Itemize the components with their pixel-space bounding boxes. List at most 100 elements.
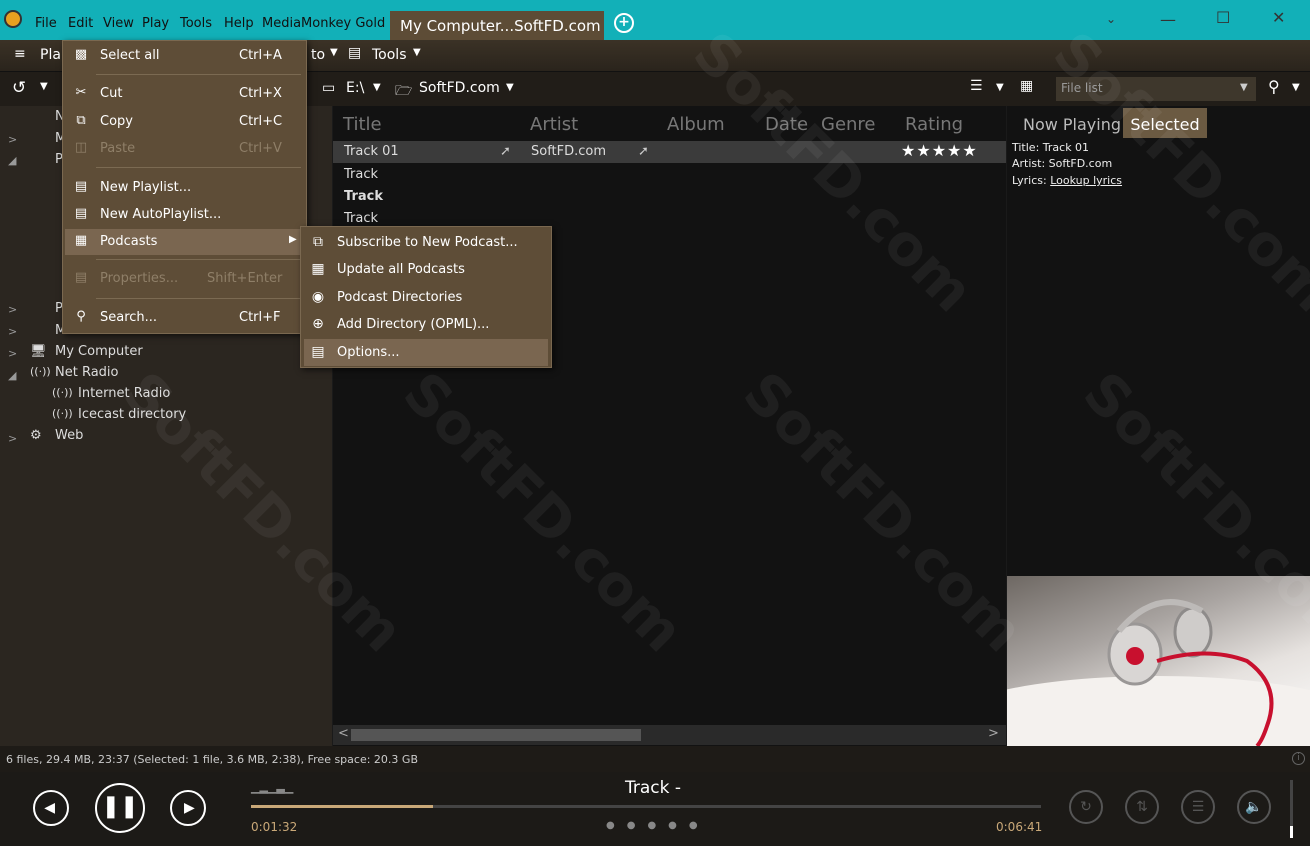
column-rating[interactable]: Rating [905,114,963,135]
tree-item-net-radio[interactable]: Net Radio [55,365,118,380]
expand-arrow-icon[interactable]: > [8,347,17,360]
list-view-icon[interactable]: ☰ [970,78,983,94]
tab-selected[interactable]: Selected [1123,108,1207,138]
details-view-icon[interactable]: ▦ [1020,78,1033,94]
chevron-down-icon[interactable]: ▼ [1292,82,1300,93]
tree-item-internet-radio[interactable]: Internet Radio [78,386,170,401]
file-list-search-input[interactable]: File list ▼ [1056,77,1256,101]
info-icon[interactable]: i [1292,752,1305,765]
menu-mediamonkey-gold[interactable]: MediaMonkey Gold [262,16,385,31]
menu-play[interactable]: Play [142,16,169,31]
shuffle-icon[interactable]: ⇅ [1125,790,1159,824]
chevron-down-icon[interactable]: ▼ [506,82,514,93]
folder-icon: 🗁 [395,83,413,99]
table-row[interactable]: Track [333,186,1006,208]
column-genre[interactable]: Genre [821,114,876,135]
menu-file[interactable]: File [35,16,57,31]
table-row[interactable]: Track [333,164,1006,186]
options-icon: ▤ [311,344,325,360]
expand-arrow-icon[interactable]: > [8,325,17,338]
horizontal-scrollbar[interactable]: < > [333,725,1006,745]
previous-track-icon[interactable]: ◀ [33,790,69,826]
tab-my-computer[interactable]: My Computer...SoftFD.com [390,11,604,40]
search-icon[interactable]: ⚲ [1268,77,1280,96]
volume-slider[interactable] [1290,780,1293,838]
menu-tools[interactable]: Tools [180,16,212,31]
menu-edit[interactable]: Edit [68,16,93,31]
column-album[interactable]: Album [667,114,725,135]
maximize-icon[interactable]: ☐ [1216,8,1230,27]
scrollbar-thumb[interactable] [351,729,641,741]
chevron-down-icon[interactable]: ▼ [1240,82,1248,93]
chevron-down-icon[interactable]: ▼ [413,47,421,58]
select-all-icon: ▩ [74,47,88,62]
tree-item-my-computer[interactable]: My Computer [55,344,143,359]
file-list-placeholder: File list [1061,81,1103,95]
menu-item-podcast-directories[interactable]: ◉ Podcast Directories [301,284,551,311]
menu-item-select-all[interactable]: ▩ Select all Ctrl+A [63,43,306,69]
next-track-icon[interactable]: ▶ [170,790,206,826]
tree-item-icecast-directory[interactable]: Icecast directory [78,407,186,422]
playlist-icon[interactable]: ☰ [1181,790,1215,824]
menu-view[interactable]: View [103,16,134,31]
headphones-image [1007,599,1310,746]
collapse-arrow-icon[interactable]: ◢ [8,369,16,382]
back-icon[interactable]: ↺ [12,78,26,98]
rating-stars[interactable]: ★★★★★ [901,141,978,160]
breadcrumb-folder[interactable]: SoftFD.com [419,80,500,96]
play-toolbar-label[interactable]: Pla [40,47,61,63]
table-row[interactable]: Track 01 ➚ SoftFD.com ➚ ★★★★★ [333,141,1006,163]
minimize-icon[interactable]: — [1160,10,1176,29]
album-art [1007,576,1310,746]
page-dots[interactable]: ●●●●● [606,820,710,831]
menu-help[interactable]: Help [224,16,254,31]
seek-bar[interactable] [251,805,1041,808]
menu-item-options[interactable]: ▤ Options... [304,339,548,366]
new-tab-icon[interactable]: + [614,13,634,33]
cut-icon: ✂ [75,85,87,100]
chevron-down-icon[interactable]: ▼ [373,82,381,93]
pause-icon[interactable]: ❚❚ [95,783,145,833]
menu-item-add-directory[interactable]: ⊕ Add Directory (OPML)... [301,311,551,338]
tools-button[interactable]: Tools [372,47,407,63]
goto-label[interactable]: to [311,47,325,63]
edit-menu: ▩ Select all Ctrl+A ✂ Cut Ctrl+X ⧉ Copy … [62,40,307,334]
expand-arrow-icon[interactable]: > [8,432,17,445]
chevron-down-icon[interactable]: ▼ [996,82,1004,93]
chevron-down-icon[interactable]: ⌄ [1106,12,1116,26]
status-bar: 6 files, 29.4 MB, 23:37 (Selected: 1 fil… [0,746,1310,772]
column-artist[interactable]: Artist [530,114,578,135]
menu-item-update-podcasts[interactable]: ▦ Update all Podcasts [301,256,551,283]
chevron-down-icon[interactable]: ▼ [40,81,48,92]
menu-item-copy[interactable]: ⧉ Copy Ctrl+C [63,109,306,135]
menu-item-search[interactable]: ⚲ Search... Ctrl+F [63,305,306,331]
tree-item-web[interactable]: Web [55,428,83,443]
chevron-down-icon[interactable]: ▼ [330,47,338,58]
scroll-left-icon[interactable]: < [338,726,349,741]
scroll-right-icon[interactable]: > [988,726,999,741]
close-icon[interactable]: ✕ [1272,8,1285,27]
volume-icon[interactable]: 🔈 [1237,790,1271,824]
menu-separator [96,74,301,75]
menu-item-subscribe-podcast[interactable]: ⧉ Subscribe to New Podcast... [301,229,551,256]
info-title: Title: Track 01 [1012,141,1089,154]
breadcrumb-drive[interactable]: E:\ [346,80,364,96]
repeat-icon[interactable]: ↻ [1069,790,1103,824]
lookup-lyrics-link[interactable]: Lookup lyrics [1050,174,1122,187]
menu-item-new-playlist[interactable]: ▤ New Playlist... [63,175,306,201]
tab-now-playing[interactable]: Now Playing [1017,108,1127,138]
playlist-icon[interactable]: ≡ [14,46,26,62]
column-title[interactable]: Title [343,114,382,135]
menu-item-new-autoplaylist[interactable]: ▤ New AutoPlaylist... [63,202,306,228]
menu-item-cut[interactable]: ✂ Cut Ctrl+X [63,81,306,107]
column-date[interactable]: Date [765,114,808,135]
menu-item-podcasts[interactable]: ▦ Podcasts ▶ [65,229,301,255]
visualizer-icon: ▁▂▁▃▁ [251,781,294,794]
collapse-arrow-icon[interactable]: ◢ [8,154,16,167]
menu-separator [96,259,301,260]
expand-arrow-icon[interactable]: > [8,303,17,316]
app-logo-icon[interactable] [4,10,22,28]
info-title-label: Title: [1012,141,1040,154]
expand-arrow-icon[interactable]: > [8,133,17,146]
total-time: 0:06:41 [996,820,1043,834]
